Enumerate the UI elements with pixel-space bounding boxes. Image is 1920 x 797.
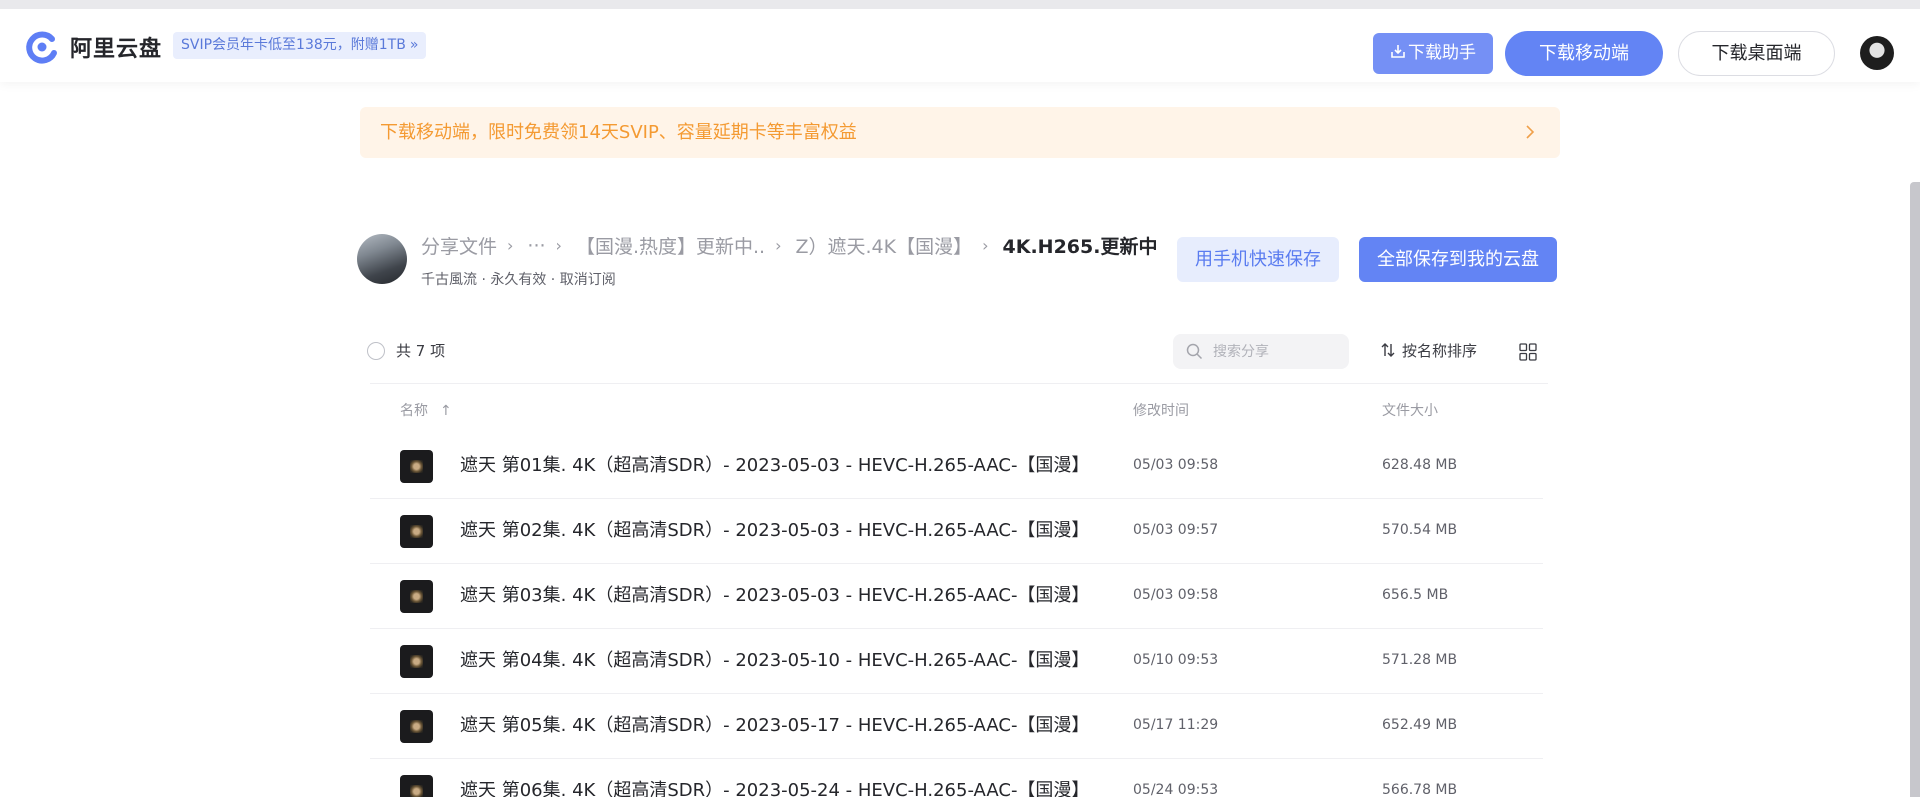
save-all-to-drive-button[interactable]: 全部保存到我的云盘 [1359, 237, 1557, 282]
column-header-size: 文件大小 [1382, 403, 1438, 419]
share-validity: 永久有效 [490, 272, 547, 288]
video-thumbnail-icon [400, 515, 433, 548]
sharer-avatar [357, 234, 407, 284]
file-size: 566.78 MB [1382, 782, 1458, 797]
breadcrumb-separator-icon: › [507, 236, 514, 255]
breadcrumb-separator-icon: › [555, 236, 562, 255]
download-desktop-button[interactable]: 下载桌面端 [1678, 31, 1835, 76]
file-modified: 05/03 09:58 [1133, 457, 1219, 473]
column-header-modified: 修改时间 [1133, 403, 1189, 419]
svip-promo-text: SVIP会员年卡低至138元，附赠1TB [181, 37, 406, 53]
download-mobile-button[interactable]: 下载移动端 [1505, 31, 1663, 76]
file-name: 遮天 第05集. 4K（超高清SDR）- 2023-05-17 - HEVC-H… [460, 715, 1080, 736]
grid-view-icon[interactable] [1519, 343, 1537, 361]
video-thumbnail-icon [400, 450, 433, 483]
svip-promo-link[interactable]: SVIP会员年卡低至138元，附赠1TB» [173, 32, 427, 59]
aliyun-drive-logo-icon[interactable] [24, 29, 60, 65]
search-icon [1186, 343, 1203, 360]
column-header-name-label: 名称 [400, 403, 428, 419]
file-size: 570.54 MB [1382, 522, 1458, 538]
file-row[interactable]: 遮天 第03集. 4K（超高清SDR）- 2023-05-03 - HEVC-H… [370, 563, 1543, 629]
promo-banner-text: 下载移动端，限时免费领14天SVIP、容量延期卡等丰富权益 [380, 122, 857, 143]
file-row[interactable]: 遮天 第04集. 4K（超高清SDR）- 2023-05-10 - HEVC-H… [370, 628, 1543, 694]
file-name: 遮天 第01集. 4K（超高清SDR）- 2023-05-03 - HEVC-H… [460, 455, 1080, 476]
file-modified: 05/03 09:57 [1133, 522, 1219, 538]
toolbar-divider [370, 383, 1548, 384]
file-name: 遮天 第02集. 4K（超高清SDR）- 2023-05-03 - HEVC-H… [460, 520, 1080, 541]
file-name: 遮天 第04集. 4K（超高清SDR）- 2023-05-10 - HEVC-H… [460, 650, 1080, 671]
file-name: 遮天 第06集. 4K（超高清SDR）- 2023-05-24 - HEVC-H… [460, 780, 1080, 797]
logo-text[interactable]: 阿里云盘 [70, 31, 162, 63]
promo-banner[interactable]: 下载移动端，限时免费领14天SVIP、容量延期卡等丰富权益 [360, 107, 1560, 158]
column-header-name[interactable]: 名称 ↑ [400, 400, 452, 420]
file-row[interactable]: 遮天 第01集. 4K（超高清SDR）- 2023-05-03 - HEVC-H… [370, 433, 1543, 499]
file-row[interactable]: 遮天 第02集. 4K（超高清SDR）- 2023-05-03 - HEVC-H… [370, 498, 1543, 564]
video-thumbnail-icon [400, 775, 433, 797]
file-size: 652.49 MB [1382, 717, 1458, 733]
file-size: 656.5 MB [1382, 587, 1449, 603]
file-modified: 05/10 09:53 [1133, 652, 1219, 668]
sort-by-name-button[interactable]: 按名称排序 [1380, 340, 1477, 364]
sharer-name: 千古風流 [421, 272, 477, 288]
breadcrumb-item-more[interactable]: ··· [527, 235, 545, 257]
save-via-phone-button[interactable]: 用手机快速保存 [1177, 237, 1339, 282]
unsubscribe-link[interactable]: 取消订阅 [560, 272, 616, 288]
download-icon [1391, 45, 1405, 58]
chevron-right-icon [1526, 125, 1535, 139]
file-size: 571.28 MB [1382, 652, 1458, 668]
top-header: 阿里云盘 SVIP会员年卡低至138元，附赠1TB» 下载助手 下载移动端 下载… [0, 0, 1920, 82]
search-input[interactable] [1213, 334, 1341, 369]
file-row[interactable]: 遮天 第06集. 4K（超高清SDR）- 2023-05-24 - HEVC-H… [370, 758, 1543, 797]
file-modified: 05/24 09:53 [1133, 782, 1219, 797]
meta-separator: · [477, 272, 491, 288]
select-all-checkbox[interactable] [367, 342, 385, 360]
sort-label: 按名称排序 [1402, 342, 1478, 360]
download-helper-label: 下载助手 [1408, 43, 1476, 63]
file-size: 628.48 MB [1382, 457, 1458, 473]
breadcrumb-separator-icon: › [775, 236, 782, 255]
page-scrollbar[interactable] [1910, 182, 1920, 797]
download-helper-button[interactable]: 下载助手 [1373, 33, 1493, 74]
item-count: 共 7 项 [396, 342, 446, 360]
breadcrumb-item-folder-2[interactable]: Z）遮天.4K【国漫】 [795, 232, 972, 259]
sort-ascending-icon: ↑ [440, 403, 452, 419]
file-row[interactable]: 遮天 第05集. 4K（超高清SDR）- 2023-05-17 - HEVC-H… [370, 693, 1543, 759]
file-modified: 05/03 09:58 [1133, 587, 1219, 603]
breadcrumb: 分享文件 › ··· › 【国漫.热度】更新中.. › Z）遮天.4K【国漫】 › 4K.H26… [421, 232, 1157, 262]
breadcrumb-current: 4K.H265.更新中 [1002, 236, 1158, 258]
file-modified: 05/17 11:29 [1133, 717, 1219, 733]
sort-icon [1381, 343, 1395, 357]
share-meta: 千古風流 · 永久有效 · 取消订阅 [421, 269, 616, 289]
video-thumbnail-icon [400, 710, 433, 743]
video-thumbnail-icon [400, 580, 433, 613]
meta-separator: · [546, 272, 560, 288]
video-thumbnail-icon [400, 645, 433, 678]
breadcrumb-item-folder-1[interactable]: 【国漫.热度】更新中.. [576, 232, 765, 259]
search-box[interactable] [1173, 334, 1349, 369]
breadcrumb-item-share-files[interactable]: 分享文件 [421, 232, 497, 259]
breadcrumb-separator-icon: › [982, 236, 989, 255]
user-avatar[interactable] [1860, 36, 1894, 70]
double-chevron-right-icon: » [409, 37, 419, 53]
file-name: 遮天 第03集. 4K（超高清SDR）- 2023-05-03 - HEVC-H… [460, 585, 1080, 606]
